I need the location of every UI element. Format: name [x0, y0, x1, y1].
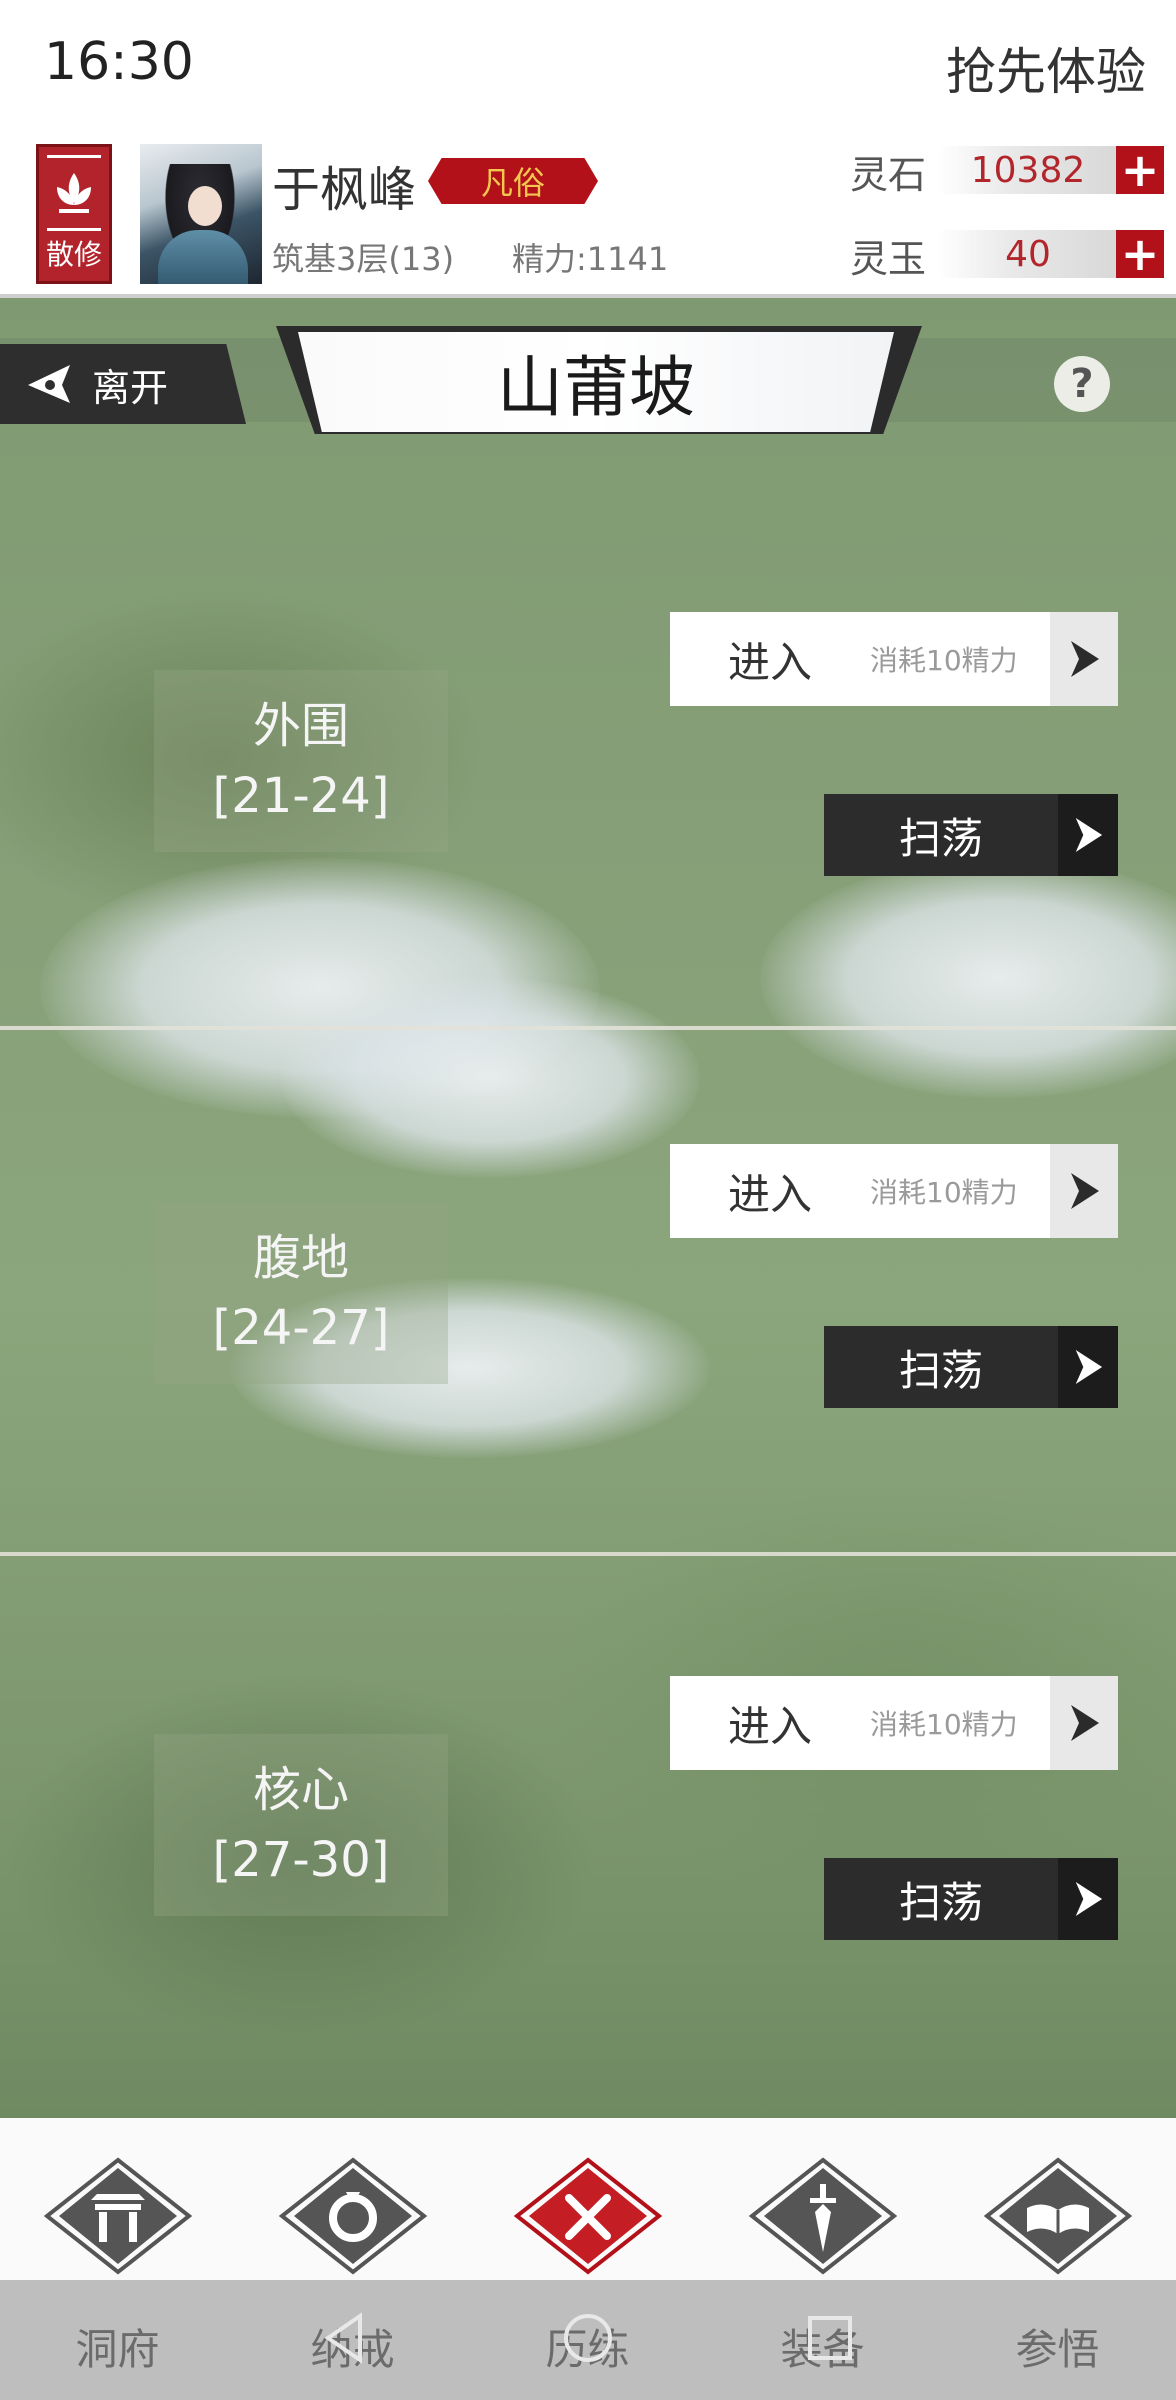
- zone-divider: [0, 1026, 1176, 1030]
- sect-badge-line: [47, 228, 101, 231]
- leave-arrow-icon: [28, 365, 70, 403]
- energy-cost-label: 消耗10精力: [870, 1708, 1018, 1741]
- sweep-label: 扫荡: [898, 1345, 983, 1395]
- leave-label: 离开: [92, 365, 169, 410]
- chevron-right-icon: [1050, 1144, 1118, 1238]
- crossed-swords-icon: [513, 2157, 662, 2275]
- zone-level-range: [24-27]: [212, 1300, 390, 1356]
- chevron-right-icon: [1058, 794, 1118, 876]
- cloud-decoration: [760, 858, 1176, 1098]
- enter-button-outer[interactable]: 进入 消耗10精力: [670, 612, 1118, 706]
- cloud-decoration: [280, 978, 700, 1178]
- spirit-jade-label: 灵玉: [850, 237, 927, 281]
- sect-label: 散修: [45, 238, 102, 271]
- rank-badge: 凡俗: [428, 158, 598, 204]
- zone-card-hinterland: 腹地 [24-27]: [154, 1202, 448, 1384]
- energy-cost-label: 消耗10精力: [870, 1176, 1018, 1209]
- lotus-icon: [57, 173, 91, 213]
- chevron-right-icon: [1050, 612, 1118, 706]
- chevron-right-icon: [1058, 1858, 1118, 1940]
- enter-label: 进入: [727, 637, 812, 687]
- zone-name: 外围: [252, 698, 349, 754]
- enter-button-core[interactable]: 进入 消耗10精力: [670, 1676, 1118, 1770]
- chevron-right-icon: [1058, 1326, 1118, 1408]
- sweep-label: 扫荡: [898, 1877, 983, 1927]
- energy-cost-label: 消耗10精力: [870, 644, 1018, 677]
- leave-button[interactable]: 离开: [0, 344, 246, 424]
- avatar-face: [188, 186, 222, 226]
- add-spirit-stone-button[interactable]: +: [1116, 146, 1164, 194]
- map-title: 山莆坡: [298, 332, 894, 432]
- spirit-stone-value: 10382: [938, 146, 1118, 194]
- energy-value: 精力:1141: [512, 240, 669, 278]
- player-header: 散修 于枫峰 凡俗 筑基3层(13) 精力:1141 灵石 10382 + 灵玉…: [0, 130, 1176, 298]
- zone-card-core: 核心 [27-30]: [154, 1734, 448, 1916]
- home-icon[interactable]: [558, 2308, 618, 2368]
- sweep-label: 扫荡: [898, 813, 983, 863]
- ring-icon: [278, 2157, 427, 2275]
- book-icon: [983, 2157, 1132, 2275]
- recents-icon[interactable]: [800, 2308, 860, 2368]
- early-access-label[interactable]: 抢先体验: [946, 32, 1146, 104]
- back-icon[interactable]: [316, 2308, 376, 2368]
- help-button[interactable]: ?: [1054, 356, 1110, 412]
- add-spirit-jade-button[interactable]: +: [1116, 230, 1164, 278]
- dagger-icon: [748, 2157, 897, 2275]
- chevron-right-icon: [1050, 1676, 1118, 1770]
- sweep-button-hinterland[interactable]: 扫荡: [824, 1326, 1118, 1408]
- cultivation-realm: 筑基3层(13): [272, 240, 455, 278]
- sweep-button-core[interactable]: 扫荡: [824, 1858, 1118, 1940]
- gate-icon: [43, 2157, 192, 2275]
- enter-label: 进入: [727, 1169, 812, 1219]
- sweep-button-outer[interactable]: 扫荡: [824, 794, 1118, 876]
- zone-name: 核心: [252, 1762, 349, 1818]
- status-time: 16:30: [44, 32, 194, 92]
- enter-label: 进入: [727, 1701, 812, 1751]
- zone-level-range: [21-24]: [212, 768, 390, 824]
- enter-button-hinterland[interactable]: 进入 消耗10精力: [670, 1144, 1118, 1238]
- avatar[interactable]: [140, 144, 262, 284]
- spirit-jade-value: 40: [938, 230, 1118, 278]
- zone-level-range: [27-30]: [212, 1832, 390, 1888]
- sect-badge[interactable]: 散修: [36, 144, 112, 284]
- player-name: 于枫峰: [272, 162, 417, 218]
- zone-divider: [0, 1552, 1176, 1556]
- sect-badge-line: [47, 155, 101, 158]
- map-area: 离开 山莆坡 ? 外围 [21-24] 进入 消耗10精力 扫荡 腹地 [24-…: [0, 298, 1176, 2118]
- status-bar: 16:30 抢先体验: [0, 0, 1176, 130]
- spirit-stone-label: 灵石: [850, 153, 927, 197]
- zone-name: 腹地: [252, 1230, 349, 1286]
- zone-card-outer: 外围 [21-24]: [154, 670, 448, 852]
